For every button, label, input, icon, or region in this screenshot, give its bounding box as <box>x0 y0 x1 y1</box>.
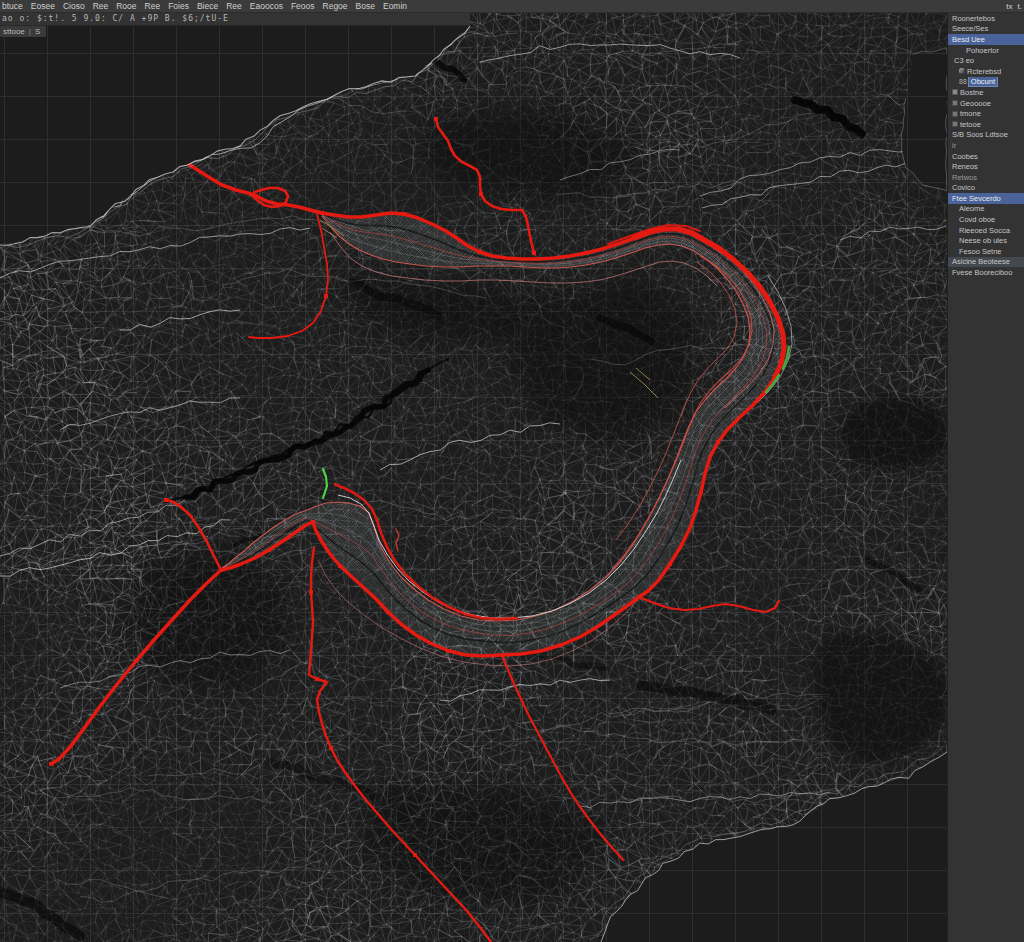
outliner-row-label: Rieeoed Socca <box>959 226 1010 235</box>
outliner-row-label: S/B Soos Ldtsoe <box>952 130 1008 139</box>
outliner-row-label: Rcterebsd <box>967 67 1001 76</box>
outliner-row-label: Seece/Ses <box>952 24 988 33</box>
outliner-row-15[interactable]: Retwos <box>948 172 1024 183</box>
outliner-row-label: Neese ob ules <box>959 236 1007 245</box>
menu-item-5[interactable]: Ree <box>141 0 165 13</box>
workspace-icon-0[interactable]: tx <box>1006 0 1012 13</box>
workspace-icons: tx t. <box>1006 0 1022 13</box>
outliner-row-22[interactable]: Fesoo Setne <box>948 246 1024 257</box>
menu-item-3[interactable]: Ree <box>89 0 113 13</box>
outliner-row-label: Ftee Sevcerdo <box>952 194 1001 203</box>
box-icon <box>952 89 958 95</box>
menu-item-8[interactable]: Ree <box>222 0 246 13</box>
outliner-row-21[interactable]: Neese ob ules <box>948 235 1024 246</box>
outliner-row-label: Coobes <box>952 152 978 161</box>
menu-bar: btuceEoseeCiosoReeRooeReeFoiesBieceReeEa… <box>0 0 1024 13</box>
toolbar-buttons[interactable]: ao o: $:t!. 5 9.0: C/ A +9P B. $6;/tU-E <box>0 13 470 25</box>
outliner-row-19[interactable]: Covd oboe <box>948 214 1024 225</box>
outliner-row-8[interactable]: Geooooe <box>948 98 1024 109</box>
outliner-row-label: tetooe <box>960 120 981 129</box>
viewport-3d[interactable] <box>0 13 947 942</box>
outliner-row-label: Obcunt <box>969 77 997 86</box>
outliner-row-18[interactable]: Aleome <box>948 204 1024 215</box>
menu-item-9[interactable]: Eaoocos <box>246 0 287 13</box>
viewport-name[interactable]: sttooe <box>3 27 25 36</box>
outliner-row-7[interactable]: Bostne <box>948 87 1024 98</box>
viewport-separator: | <box>29 27 31 36</box>
outliner-row-label: Geooooe <box>960 99 991 108</box>
outliner-row-label: tmone <box>960 109 981 118</box>
outliner-row-13[interactable]: Coobes <box>948 151 1024 162</box>
outliner-row-label: Aleome <box>959 204 984 213</box>
outliner-row-label: Covd oboe <box>959 215 995 224</box>
outliner-row-5[interactable]: Rcterebsd <box>948 66 1024 77</box>
menu-item-12[interactable]: Bose <box>352 0 379 13</box>
outliner-row-label: C3 eo <box>954 56 974 65</box>
outliner-row-label: Asicine Beoteese <box>952 257 1010 266</box>
outliner-row-label: Retwos <box>952 173 977 182</box>
outliner-row-2[interactable]: Besd Uee <box>948 34 1024 45</box>
outliner-row-9[interactable]: tmone <box>948 108 1024 119</box>
outliner-row-label: Covico <box>952 183 975 192</box>
sphere-icon <box>959 68 965 74</box>
outliner-row-17[interactable]: Ftee Sevcerdo <box>948 193 1024 204</box>
outliner-row-23[interactable]: Asicine Beoteese <box>948 257 1024 268</box>
application-window: btuceEoseeCiosoReeRooeReeFoiesBieceReeEa… <box>0 0 1024 942</box>
outliner-row-3[interactable]: Pohoertor <box>948 45 1024 56</box>
menu-item-4[interactable]: Rooe <box>112 0 140 13</box>
menu-item-13[interactable]: Eomin <box>379 0 411 13</box>
outliner-row-24[interactable]: Fvese Booreciboo <box>948 267 1024 278</box>
outliner-row-label: Besd Uee <box>952 35 985 44</box>
menu-item-6[interactable]: Foies <box>164 0 193 13</box>
outliner-row-11[interactable]: S/B Soos Ldtsoe <box>948 130 1024 141</box>
layer-icon <box>952 121 958 127</box>
outliner-row-16[interactable]: Covico <box>948 183 1024 194</box>
outliner-row-14[interactable]: Reneos <box>948 161 1024 172</box>
outliner-row-20[interactable]: Rieeoed Socca <box>948 225 1024 236</box>
menu-item-7[interactable]: Biece <box>193 0 222 13</box>
workspace-icon-1[interactable]: t. <box>1018 0 1022 13</box>
outliner-row-label: Reneos <box>952 162 978 171</box>
outliner-row-0[interactable]: Roonertebos <box>948 13 1024 24</box>
outliner-row-label: Bostne <box>960 88 983 97</box>
outliner-row-label: Fesoo Setne <box>959 247 1002 256</box>
outliner-row-label: Fvese Booreciboo <box>952 268 1012 277</box>
outliner-row-1[interactable]: Seece/Ses <box>948 24 1024 35</box>
viewport-mode[interactable]: S <box>35 27 40 36</box>
layer-icon <box>952 111 958 117</box>
menu-item-1[interactable]: Eosee <box>27 0 59 13</box>
outliner-row-10[interactable]: tetooe <box>948 119 1024 130</box>
outliner-row-6[interactable]: 88Obcunt <box>948 77 1024 88</box>
menu-item-2[interactable]: Cioso <box>59 0 89 13</box>
dots-icon: 88 <box>959 78 967 85</box>
menu-item-11[interactable]: Regoe <box>319 0 352 13</box>
outliner-row-label: ir <box>952 141 956 150</box>
layer-icon <box>952 100 958 106</box>
outliner-row-4[interactable]: C3 eo <box>948 55 1024 66</box>
outliner-panel: RoonertebosSeece/Ses Besd Uee PohoertorC3 … <box>947 13 1024 942</box>
outliner-row-12[interactable]: ir <box>948 140 1024 151</box>
outliner-row-label: Pohoertor <box>966 46 999 55</box>
menu-item-10[interactable]: Feoos <box>287 0 319 13</box>
viewport-label[interactable]: sttooe | S <box>0 26 46 37</box>
outliner-row-label: Roonertebos <box>952 14 995 23</box>
menu-item-0[interactable]: btuce <box>0 0 27 13</box>
toolbar: ao o: $:t!. 5 9.0: C/ A +9P B. $6;/tU-E <box>0 13 470 26</box>
